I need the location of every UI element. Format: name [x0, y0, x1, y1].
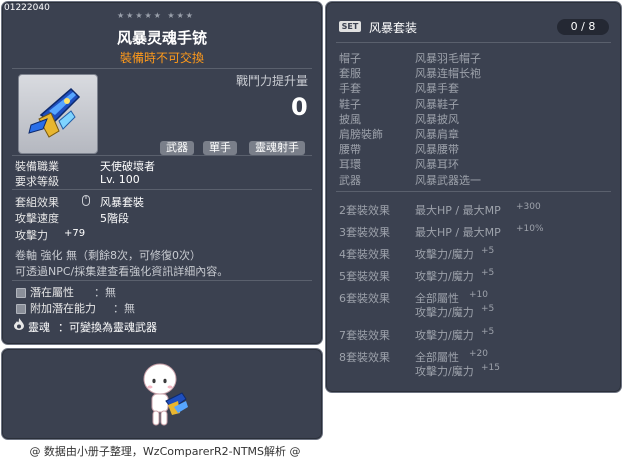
set-effect-label: 8套裝效果: [339, 351, 390, 364]
set-piece-name: 风暴连帽长袍: [415, 67, 481, 81]
soul-label: 靈魂: [28, 321, 50, 334]
set-effect-label: 6套裝效果: [339, 292, 390, 305]
stat-label-set: 套組效果: [15, 196, 59, 209]
set-effect-label: 3套裝效果: [339, 226, 390, 239]
set-effect-value: +300: [516, 202, 541, 212]
divider: [12, 68, 312, 69]
set-effect-value: +10%: [516, 224, 544, 234]
set-effect-value: +20: [469, 349, 488, 359]
potential-gem-icon: [16, 286, 26, 299]
set-piece-name: 风暴手套: [415, 82, 459, 96]
divider: [12, 155, 312, 156]
set-piece-slot: 手套: [339, 82, 361, 96]
stat-label-attack: 攻擊力: [15, 229, 48, 242]
set-piece-slot: 鞋子: [339, 97, 361, 111]
star-force-row: ★★★★★ ★★★: [117, 11, 195, 20]
set-piece-name: 风暴耳环: [415, 158, 459, 172]
set-effect-value: +5: [481, 304, 495, 314]
set-piece-name: 风暴披风: [415, 112, 459, 126]
upgrade-note: 卷軸 強化 無（剩餘8次，可修復0次）: [15, 249, 201, 262]
set-piece-slot: 武器: [339, 173, 361, 187]
item-serial: 01222040: [4, 3, 50, 13]
stat-label-job: 裝備職業: [15, 160, 59, 173]
stat-value-set: 风暴套裝: [100, 196, 144, 209]
soul-shooter-gun-icon: [28, 87, 81, 138]
combat-power-value: 0: [291, 93, 308, 121]
set-effect-stat: 攻擊力/魔力: [415, 329, 474, 342]
bonus-potential-gem-icon: [16, 302, 26, 315]
set-effect-label: 5套裝效果: [339, 270, 390, 283]
soul-value: ：可變換為靈魂武器: [58, 321, 157, 334]
item-icon-frame: [18, 74, 98, 154]
set-piece-slot: 肩膀裝飾: [339, 128, 383, 141]
item-tooltip-panel: 01222040 ★★★★★ ★★★ 风暴灵魂手铳 裝備時不可交換 戰鬥力提升量…: [1, 1, 323, 345]
info-note: 可透過NPC/採集建查看強化資訊詳細內容。: [15, 265, 229, 278]
set-effect-value: +5: [481, 246, 495, 256]
set-piece-slot: 套服: [339, 67, 361, 81]
set-name: 风暴套装: [369, 21, 418, 35]
set-effect-value: +10: [469, 290, 488, 300]
mouse-icon: [82, 195, 90, 209]
set-piece-slot: 帽子: [339, 52, 361, 65]
set-piece-slot: 耳環: [339, 158, 361, 172]
divider: [336, 191, 611, 192]
trade-status: 裝備時不可交換: [119, 51, 204, 65]
set-piece-name: 风暴羽毛帽子: [415, 52, 481, 65]
set-piece-name: 风暴肩章: [415, 128, 459, 141]
set-effect-label: 4套裝效果: [339, 248, 390, 261]
stat-value-level: Lv. 100: [100, 173, 140, 186]
item-name: 风暴灵魂手铳: [116, 29, 207, 47]
set-piece-slot: 腰帶: [339, 143, 361, 157]
set-effects-panel: SET 风暴套装 0 / 8 帽子 风暴羽毛帽子 套服 风暴连帽长袍 手套 风暴手套 鞋子风…: [325, 1, 622, 393]
stat-value-job: 天使破壞者: [100, 160, 155, 173]
set-effect-label: 7套裝效果: [339, 329, 390, 342]
stat-value-attack-speed: 5階段: [100, 212, 129, 225]
set-effect-stat: 攻擊力/魔力: [415, 248, 474, 261]
set-effect-stat: 攻擊力/魔力: [415, 306, 474, 319]
divider: [12, 189, 312, 190]
set-piece-name: 风暴武器选一: [415, 173, 481, 187]
set-effect-value: +15: [481, 363, 500, 373]
combat-power-label: 戰鬥力提升量: [236, 74, 309, 88]
potential-value: ：無: [94, 286, 116, 299]
set-effect-stat: 攻擊力/魔力: [415, 365, 474, 378]
bonus-potential-value: ：無: [113, 302, 135, 315]
set-effect-value: +5: [481, 268, 495, 278]
set-piece-name: 风暴腰带: [415, 143, 459, 157]
tag-weapon: 武器: [160, 141, 194, 155]
character-preview-panel: [1, 348, 323, 440]
set-badge: SET: [339, 21, 361, 32]
potential-label: 潛在屬性: [30, 286, 74, 299]
tag-one-handed: 單手: [203, 141, 237, 155]
set-effect-stat: 攻擊力/魔力: [415, 270, 474, 283]
divider: [336, 42, 611, 43]
divider: [12, 280, 312, 281]
bonus-potential-label: 附加潛在能力: [30, 302, 96, 315]
set-effect-stat: 最大HP / 最大MP: [415, 226, 501, 239]
stat-value-attack: +79: [64, 228, 86, 239]
set-effect-stat: 最大HP / 最大MP: [415, 204, 501, 217]
set-effect-value: +5: [481, 327, 495, 337]
tag-job-soul-shooter: 靈魂射手: [249, 141, 305, 155]
soul-flame-icon: [14, 318, 24, 333]
set-effect-label: 2套裝效果: [339, 204, 390, 217]
set-count: 0 / 8: [557, 19, 609, 35]
stat-label-level: 要求等級: [15, 175, 59, 188]
set-piece-slot: 披風: [339, 112, 361, 126]
stat-label-attack-speed: 攻擊速度: [15, 212, 59, 225]
set-piece-name: 风暴鞋子: [415, 97, 459, 111]
character-avatar-icon: [143, 363, 188, 426]
